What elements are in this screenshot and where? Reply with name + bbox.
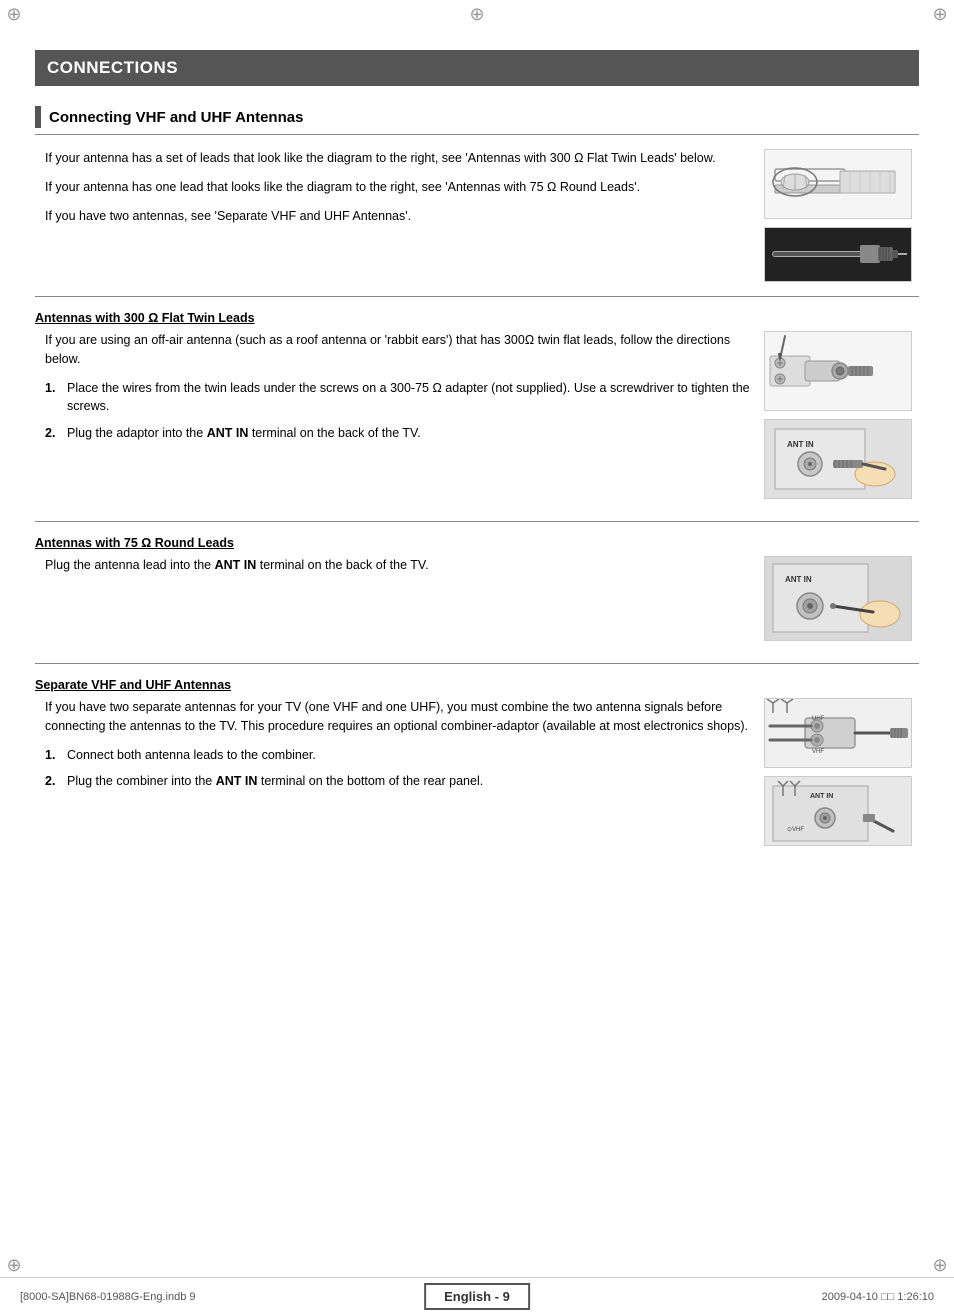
ant-in-label-1: ANT IN [787, 440, 814, 449]
round-svg [765, 227, 911, 282]
flat-twin-images: ANT IN [764, 331, 919, 499]
flat-twin-intro: If you are using an off-air antenna (suc… [35, 331, 750, 369]
separate-intro-text: If you have two separate antennas for yo… [35, 698, 750, 736]
separate-heading: Separate VHF and UHF Antennas [35, 678, 919, 692]
round-images: ANT IN [764, 556, 919, 641]
divider-2 [35, 521, 919, 522]
svg-text:⊙VHF: ⊙VHF [787, 827, 804, 833]
divider-3 [35, 663, 919, 664]
svg-text:ANT IN: ANT IN [785, 575, 812, 584]
svg-text:UHF: UHF [812, 716, 825, 722]
separate-inner: If you have two separate antennas for yo… [35, 698, 919, 846]
round-heading: Antennas with 75 Ω Round Leads [35, 536, 919, 550]
ant-in-svg-1: ANT IN [765, 419, 911, 499]
round-section: Antennas with 75 Ω Round Leads Plug the … [35, 536, 919, 641]
separate-step1-item: 1. Connect both antenna leads to the com… [35, 746, 750, 765]
intro-images [764, 149, 919, 282]
combiner-svg: UHF VHF [765, 698, 911, 768]
flat-twin-step1-item: 1. Place the wires from the twin leads u… [35, 379, 750, 417]
reg-mark-bl: ⊕ [4, 1255, 24, 1275]
reg-mark-tr: ⊕ [930, 4, 950, 24]
separate-section: Separate VHF and UHF Antennas If you hav… [35, 678, 919, 846]
separate-step1-text: Connect both antenna leads to the combin… [67, 746, 750, 765]
round-text: Plug the antenna lead into the ANT IN te… [35, 556, 750, 641]
intro-text: If your antenna has a set of leads that … [35, 149, 750, 282]
page-number: English - 9 [444, 1289, 510, 1304]
svg-text:ANT IN: ANT IN [810, 793, 833, 800]
ant-in-bold-3: ANT IN [216, 774, 258, 788]
ant-in-svg-2: ANT IN [765, 556, 911, 641]
ant-in-bold-1: ANT IN [207, 426, 249, 440]
diagram-flat-twin-antenna [764, 149, 912, 219]
ant-in-bold-2: ANT IN [215, 558, 257, 572]
subsection-title: Connecting VHF and UHF Antennas [49, 109, 303, 126]
reg-mark-br: ⊕ [930, 1255, 950, 1275]
diagram-ant-in-2: ANT IN [764, 556, 912, 641]
intro-section: If your antenna has a set of leads that … [35, 149, 919, 282]
footer-center: English - 9 [424, 1277, 530, 1315]
center-mark-top: ⊕ [469, 4, 484, 25]
step-num-2: 2. [45, 424, 63, 443]
flat-twin-text: If you are using an off-air antenna (suc… [35, 331, 750, 499]
diagram-ant-in-1: ANT IN [764, 419, 912, 499]
adapter-svg [765, 331, 911, 411]
section-title: CONNECTIONS [47, 58, 178, 77]
flat-twin-svg [765, 149, 911, 219]
intro-para1: If your antenna has a set of leads that … [35, 149, 750, 168]
flat-twin-section: Antennas with 300 Ω Flat Twin Leads If y… [35, 311, 919, 499]
round-inner: Plug the antenna lead into the ANT IN te… [35, 556, 919, 641]
ant-in-bottom-svg: ANT IN ⊙VHF [765, 776, 911, 846]
page-number-box: English - 9 [424, 1283, 530, 1310]
diagram-round-antenna [764, 227, 912, 282]
footer-left: [8000-SA]BN68-01988G-Eng.indb 9 [20, 1291, 196, 1303]
section-header: CONNECTIONS [35, 50, 919, 86]
svg-text:VHF: VHF [812, 749, 824, 755]
intro-para3: If you have two antennas, see 'Separate … [35, 207, 750, 226]
separate-step2-text: Plug the combiner into the ANT IN termin… [67, 772, 750, 791]
step-num-1: 1. [45, 379, 63, 417]
divider-1 [35, 296, 919, 297]
flat-twin-heading: Antennas with 300 Ω Flat Twin Leads [35, 311, 919, 325]
footer-right: 2009-04-10 □□ 1:26:10 [822, 1291, 934, 1303]
diagram-ant-in-bottom: ANT IN ⊙VHF [764, 776, 912, 846]
main-content: CONNECTIONS Connecting VHF and UHF Anten… [35, 50, 919, 846]
flat-twin-step2-item: 2. Plug the adaptor into the ANT IN term… [35, 424, 750, 443]
intro-para2: If your antenna has one lead that looks … [35, 178, 750, 197]
separate-images: UHF VHF [764, 698, 919, 846]
diagram-combiner: UHF VHF [764, 698, 912, 768]
reg-mark-tl: ⊕ [4, 4, 24, 24]
flat-twin-inner: If you are using an off-air antenna (suc… [35, 331, 919, 499]
flat-twin-step2-text: Plug the adaptor into the ANT IN termina… [67, 424, 750, 443]
round-intro-text: Plug the antenna lead into the ANT IN te… [35, 556, 750, 575]
page-container: ⊕ ⊕ ⊕ ⊕ ⊕ CONNECTIONS Connecting VHF and… [0, 0, 954, 1315]
subsection-heading: Connecting VHF and UHF Antennas [35, 106, 919, 135]
diagram-adapter [764, 331, 912, 411]
subsection-bar [35, 106, 41, 128]
separate-step2-item: 2. Plug the combiner into the ANT IN ter… [35, 772, 750, 791]
step-num-4: 2. [45, 772, 63, 791]
separate-text: If you have two separate antennas for yo… [35, 698, 750, 846]
flat-twin-step1-text: Place the wires from the twin leads unde… [67, 379, 750, 417]
step-num-3: 1. [45, 746, 63, 765]
